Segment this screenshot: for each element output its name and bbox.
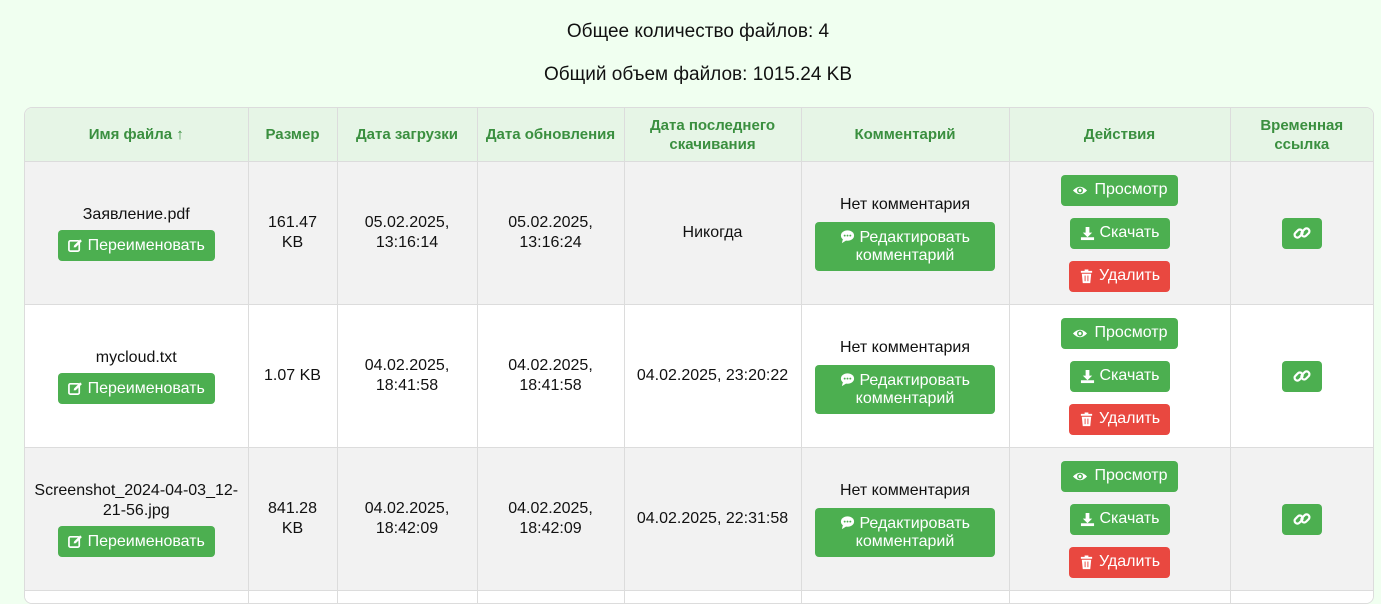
- view-button[interactable]: Просмотр: [1061, 317, 1178, 349]
- edit-icon: [67, 239, 82, 252]
- delete-button[interactable]: Удалить: [1068, 546, 1171, 578]
- upload-date-cell: 04.02.2025, 18:42:09: [337, 447, 478, 591]
- rename-button-label: Переименовать: [87, 236, 205, 254]
- edit-comment-button-label: Редактировать комментарий: [855, 371, 970, 407]
- eye-icon: [1073, 329, 1088, 337]
- comment-icon: [840, 515, 855, 529]
- size-cell: 841.28 KB: [248, 447, 338, 591]
- actions-cell: Просмотр Скачать Удалить: [1009, 447, 1231, 591]
- header-filename[interactable]: Имя файла ↑: [25, 108, 249, 162]
- filename: Screenshot_2024-04-03_12-21-56.jpg: [34, 482, 239, 519]
- edit-comment-button[interactable]: Редактировать комментарий: [815, 365, 995, 414]
- comment-text: Нет комментария: [839, 196, 971, 213]
- rename-button[interactable]: Переименовать: [57, 526, 215, 557]
- header-actions: Действия: [1009, 108, 1231, 162]
- eye-icon: [1073, 186, 1088, 194]
- download-icon: [1080, 226, 1094, 240]
- filename-cell: Screenshot_2024-04-03_12-21-56.jpg Переи…: [25, 447, 249, 591]
- edit-icon: [67, 535, 82, 548]
- delete-button-label: Удалить: [1098, 267, 1161, 284]
- actions-cell: Просмотр Скачать Удалить: [1009, 161, 1231, 305]
- rename-button[interactable]: Переименовать: [57, 373, 215, 404]
- comment-text: Нет комментария: [839, 482, 971, 499]
- last-download-cell: 04.02.2025, 23:20:22: [624, 304, 802, 448]
- total-files-count: Общее количество файлов: 4: [566, 21, 830, 42]
- download-button-label: Скачать: [1099, 510, 1160, 527]
- update-date-cell: 04.02.2025, 18:42:09: [477, 447, 625, 591]
- header-comment: Комментарий: [801, 108, 1010, 162]
- header-last-download-date: Дата последнего скачивания: [624, 108, 802, 162]
- edit-icon: [67, 382, 82, 395]
- comment-icon: [840, 229, 855, 243]
- comment-cell: Нет комментария Редактировать комментари…: [801, 447, 1010, 591]
- edit-comment-button-label: Редактировать комментарий: [855, 514, 970, 550]
- view-button[interactable]: Просмотр: [1061, 174, 1178, 206]
- delete-button-label: Удалить: [1098, 553, 1161, 570]
- header-upload-date: Дата загрузки: [337, 108, 478, 162]
- download-icon: [1080, 512, 1094, 526]
- temp-link-cell: [1230, 304, 1373, 448]
- view-button-label: Просмотр: [1094, 324, 1168, 341]
- view-button-label: Просмотр: [1094, 181, 1168, 198]
- filename: Заявление.pdf: [82, 206, 190, 223]
- temp-link-button[interactable]: [1281, 360, 1322, 392]
- upload-date-cell: 04.02.2025, 18:41:58: [337, 304, 478, 448]
- upload-date-cell: 05.02.2025, 13:16:14: [337, 161, 478, 305]
- edit-comment-button[interactable]: Редактировать комментарий: [815, 508, 995, 557]
- filename: mycloud.txt: [95, 349, 177, 366]
- header-update-date: Дата обновления: [477, 108, 625, 162]
- comment-text: Нет комментария: [839, 339, 971, 356]
- link-icon: [1293, 513, 1311, 525]
- temp-link-button[interactable]: [1281, 503, 1322, 535]
- trash-icon: [1080, 411, 1093, 426]
- view-button-label: Просмотр: [1094, 467, 1168, 484]
- delete-button[interactable]: Удалить: [1068, 403, 1171, 435]
- download-icon: [1080, 369, 1094, 383]
- download-button-label: Скачать: [1099, 224, 1160, 241]
- edit-comment-button-label: Редактировать комментарий: [855, 228, 970, 264]
- edit-comment-button[interactable]: Редактировать комментарий: [815, 222, 995, 271]
- update-date-cell: 04.02.2025, 18:41:58: [477, 304, 625, 448]
- sort-arrow-up-icon: ↑: [176, 126, 184, 143]
- table-header-row: Имя файла ↑ Размер Дата загрузки Дата об…: [25, 108, 1373, 162]
- download-button[interactable]: Скачать: [1069, 217, 1170, 249]
- header-filename-label: Имя файла: [88, 126, 173, 143]
- delete-button-label: Удалить: [1098, 410, 1161, 427]
- header-size: Размер: [248, 108, 338, 162]
- download-button[interactable]: Скачать: [1069, 360, 1170, 392]
- size-cell: 161.47 KB: [248, 161, 338, 305]
- table-row: Screenshot_2024-04-03_12-21-56.jpg Переи…: [25, 447, 1373, 591]
- table-row: mycloud.txt Переименовать 1.07 KB 04.02.…: [25, 304, 1373, 448]
- trash-icon: [1080, 554, 1093, 569]
- comment-icon: [840, 372, 855, 386]
- temp-link-cell: [1230, 161, 1373, 305]
- last-download-cell: 04.02.2025, 22:31:58: [624, 447, 802, 591]
- trash-icon: [1080, 268, 1093, 283]
- filename-cell: mycloud.txt Переименовать: [25, 304, 249, 448]
- update-date-cell: 05.02.2025, 13:16:24: [477, 161, 625, 305]
- view-button[interactable]: Просмотр: [1061, 460, 1178, 492]
- header-temp-link: Временная ссылка: [1230, 108, 1373, 162]
- eye-icon: [1073, 472, 1088, 480]
- actions-cell: Просмотр Скачать Удалить: [1009, 304, 1231, 448]
- comment-cell: Нет комментария Редактировать комментари…: [801, 304, 1010, 448]
- delete-button[interactable]: Удалить: [1068, 260, 1171, 292]
- rename-button-label: Переименовать: [87, 379, 205, 397]
- link-icon: [1293, 370, 1311, 382]
- total-files-size: Общий объем файлов: 1015.24 KB: [543, 64, 853, 85]
- last-download-cell: Никогда: [624, 161, 802, 305]
- download-button-label: Скачать: [1099, 367, 1160, 384]
- temp-link-cell: [1230, 447, 1373, 591]
- rename-button-label: Переименовать: [87, 532, 205, 550]
- temp-link-button[interactable]: [1281, 217, 1322, 249]
- size-cell: 1.07 KB: [248, 304, 338, 448]
- table-row: Заявление.pdf Переименовать 161.47 KB 05…: [25, 161, 1373, 305]
- filename-cell: Заявление.pdf Переименовать: [25, 161, 249, 305]
- files-table: Имя файла ↑ Размер Дата загрузки Дата об…: [24, 107, 1374, 604]
- link-icon: [1293, 227, 1311, 239]
- rename-button[interactable]: Переименовать: [57, 230, 215, 261]
- download-button[interactable]: Скачать: [1069, 503, 1170, 535]
- comment-cell: Нет комментария Редактировать комментари…: [801, 161, 1010, 305]
